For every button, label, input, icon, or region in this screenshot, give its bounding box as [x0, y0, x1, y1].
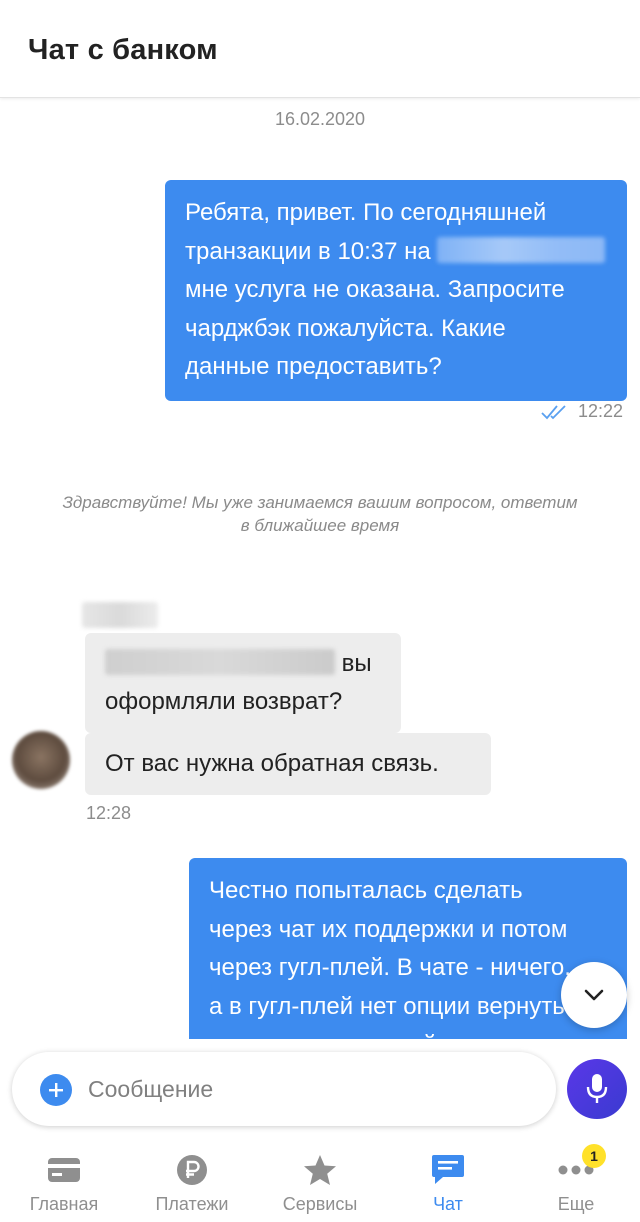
- tab-label: Главная: [29, 1194, 99, 1214]
- tab-label: Чат: [433, 1194, 463, 1214]
- tab-payments[interactable]: Платежи: [128, 1140, 256, 1222]
- incoming-message[interactable]: От вас нужна обратная связь.: [85, 733, 491, 795]
- microphone-icon: [586, 1074, 608, 1103]
- ruble-icon: [172, 1152, 212, 1188]
- chat-history[interactable]: 16.02.2020 Ребята, привет. По сегодняшне…: [0, 99, 640, 1039]
- date-separator: 16.02.2020: [274, 109, 366, 129]
- message-line: транзакции в 10:37 на: [185, 233, 607, 272]
- incoming-message[interactable]: вы оформляли возврат?: [85, 633, 401, 733]
- message-line: Честно попыталась сделать: [209, 877, 523, 904]
- tab-label: Сервисы: [282, 1194, 358, 1214]
- tab-home[interactable]: Главная: [0, 1140, 128, 1222]
- message-time: 12:28: [86, 803, 132, 823]
- message-line: через чат их поддержки и потом: [209, 915, 568, 943]
- chevron-down-icon: [584, 989, 604, 1001]
- page-title: Чат с банком: [28, 34, 218, 66]
- plus-icon: [49, 1083, 63, 1097]
- tab-label: Платежи: [155, 1194, 229, 1214]
- tab-label: Еще: [557, 1194, 595, 1214]
- message-line: От вас нужна обратная связь.: [105, 750, 439, 777]
- message-line: а в гугл-плей нет опции вернуть: [209, 992, 565, 1020]
- voice-message-button[interactable]: [567, 1059, 627, 1119]
- message-line: оформляли возврат?: [105, 688, 343, 715]
- support-avatar[interactable]: [12, 731, 70, 789]
- attach-button[interactable]: [40, 1074, 72, 1106]
- message-composer: [12, 1052, 556, 1126]
- message-time: 12:22: [578, 401, 624, 421]
- outgoing-message[interactable]: Честно попыталась сделать через чат их п…: [189, 858, 627, 1039]
- chat-icon: [428, 1152, 468, 1188]
- card-icon: [44, 1152, 84, 1188]
- outgoing-message[interactable]: Ребята, привет. По сегодняшней транзакци…: [165, 180, 627, 401]
- tab-more[interactable]: 1 Еще: [512, 1140, 640, 1222]
- message-line: мне услуга не оказана. Запросите: [185, 276, 565, 303]
- system-message: Здравствуйте! Мы уже занимаемся вашим во…: [62, 493, 578, 535]
- star-icon: [300, 1152, 340, 1188]
- message-line: Ребята, привет. По сегодняшней: [185, 199, 547, 226]
- redacted-text: [105, 649, 335, 675]
- message-line: через гугл-плей. В чате - ничего,: [209, 954, 571, 981]
- app-header: Чат с банком: [0, 0, 640, 98]
- scroll-to-bottom-button[interactable]: [561, 962, 627, 1028]
- message-line: чарджбэк пожалуйста. Какие: [185, 314, 506, 342]
- tab-chat[interactable]: Чат: [384, 1140, 512, 1222]
- message-line: данные предоставить?: [185, 353, 442, 380]
- redacted-merchant: [437, 236, 606, 263]
- bottom-navigation: Главная Платежи Сервисы Чат 1 Еще: [0, 1140, 640, 1222]
- read-checkmarks-icon: [541, 405, 566, 420]
- redacted-sender-name: [82, 602, 158, 628]
- message-line: вы: [105, 645, 381, 683]
- message-line: заказ, совершенный внутри: [209, 1026, 607, 1039]
- tab-services[interactable]: Сервисы: [256, 1140, 384, 1222]
- notification-badge: 1: [582, 1144, 606, 1168]
- message-input[interactable]: [88, 1070, 528, 1108]
